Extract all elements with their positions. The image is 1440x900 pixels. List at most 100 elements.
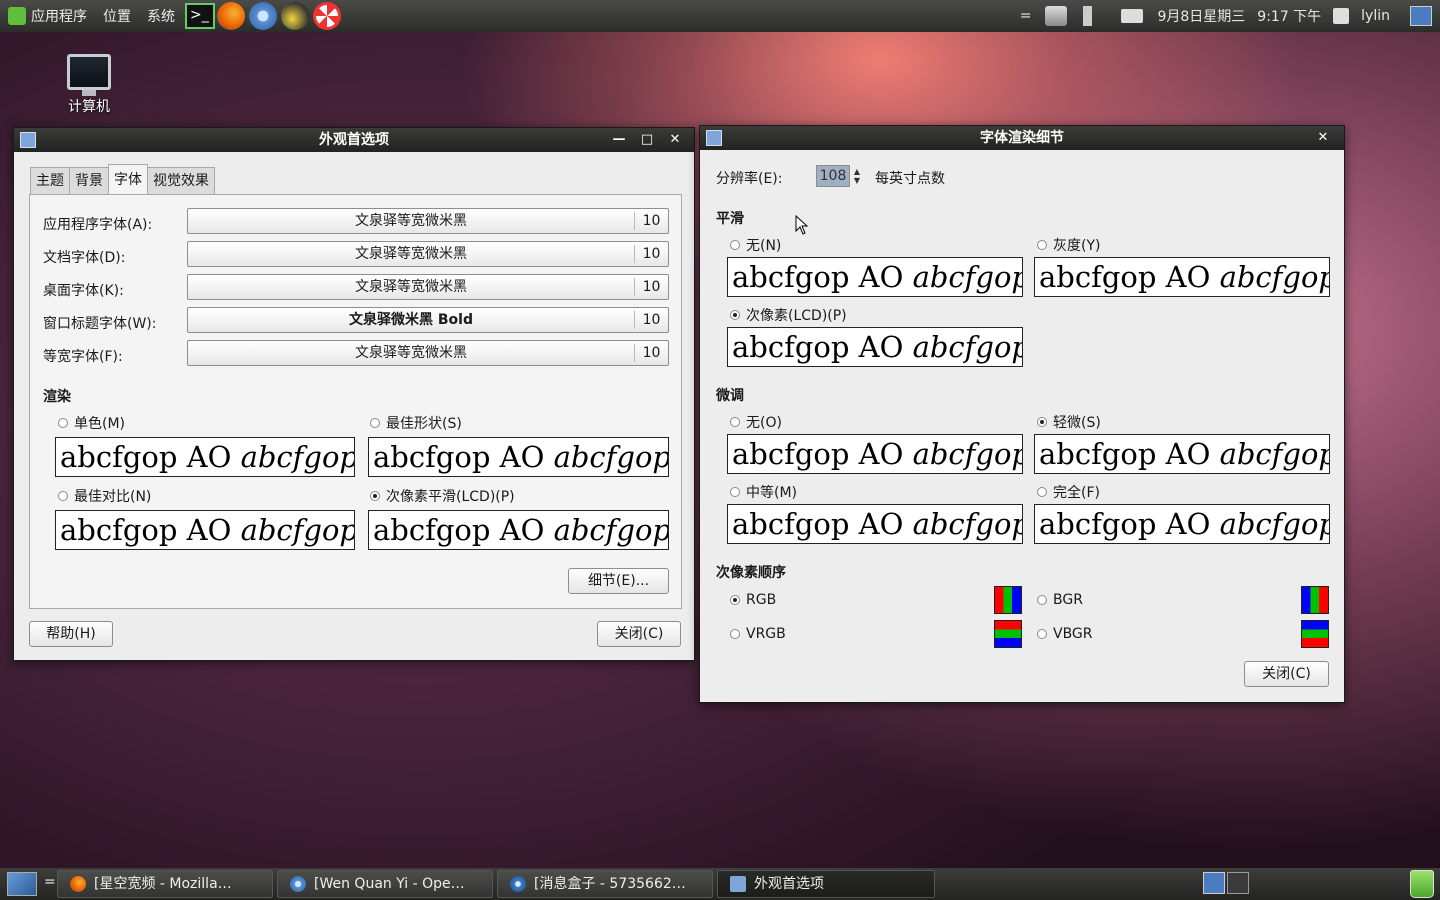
lifebuoy-icon[interactable] <box>313 2 341 30</box>
details-close-button[interactable]: 关闭(C) <box>1244 661 1329 687</box>
sample-smoothing-subpixel[interactable]: abcfgop AO abcfgop <box>727 327 1023 367</box>
show-desktop-icon[interactable] <box>1410 6 1432 26</box>
tray-menu-toggle[interactable]: = <box>1014 8 1038 24</box>
radio-best-shapes[interactable]: 最佳形状(S) <box>370 413 462 433</box>
banana-icon[interactable] <box>281 2 309 30</box>
workspace-2[interactable] <box>1227 872 1249 894</box>
sample-best-shapes[interactable]: abcfgop AO abcfgop <box>368 437 669 477</box>
clock-date[interactable]: 9月8日星期三 <box>1151 6 1251 26</box>
sample-smoothing-grayscale[interactable]: abcfgop AO abcfgop <box>1034 257 1330 297</box>
sample-hinting-medium[interactable]: abcfgop AO abcfgop <box>727 504 1023 544</box>
details-button[interactable]: 细节(E)... <box>568 568 669 594</box>
ubuntu-logo-icon <box>8 7 26 25</box>
rgb-swatch-icon <box>994 586 1022 614</box>
radio-hinting-slight[interactable]: 轻微(S) <box>1037 412 1101 432</box>
maximize-button[interactable]: □ <box>638 131 656 149</box>
workspace-switcher[interactable] <box>1203 872 1249 894</box>
resolution-unit: 每英寸点数 <box>875 171 945 187</box>
radio-monochrome[interactable]: 单色(M) <box>58 413 125 433</box>
sample-italic: abcfgop <box>240 513 355 547</box>
radio-subpixel-smoothing[interactable]: 次像素平滑(LCD)(P) <box>370 486 515 506</box>
radio-indicator <box>730 240 740 250</box>
resolution-spinner[interactable]: 108 ▲ ▼ <box>816 165 864 187</box>
close-window-button[interactable]: ✕ <box>666 131 684 149</box>
help-button[interactable]: 帮助(H) <box>29 621 113 647</box>
radio-order-bgr[interactable]: BGR <box>1037 592 1083 608</box>
system-menu[interactable]: 系统 <box>139 0 183 32</box>
tab-theme[interactable]: 主题 <box>30 167 70 194</box>
sample-text: abcfgop AO <box>60 513 241 547</box>
radio-hinting-full[interactable]: 完全(F) <box>1037 482 1100 502</box>
sample-smoothing-none[interactable]: abcfgop AO abcfgop <box>727 257 1023 297</box>
radio-smoothing-grayscale[interactable]: 灰度(Y) <box>1037 235 1100 255</box>
hinting-heading: 微调 <box>716 388 744 404</box>
system-tray: = 9月8日星期三 9:17 下午 lylin <box>1014 0 1440 32</box>
clock-time[interactable]: 9:17 下午 <box>1251 6 1327 26</box>
close-window-button[interactable]: ✕ <box>1314 129 1332 147</box>
font-name: 文泉驿等宽微米黑 <box>355 246 467 262</box>
radio-smoothing-subpixel[interactable]: 次像素(LCD)(P) <box>730 305 847 325</box>
sample-subpixel-smoothing[interactable]: abcfgop AO abcfgop <box>368 510 669 550</box>
sample-hinting-none[interactable]: abcfgop AO abcfgop <box>727 434 1023 474</box>
applications-menu-label: 应用程序 <box>31 9 87 25</box>
radio-label: BGR <box>1053 592 1083 608</box>
minimize-button[interactable]: — <box>610 131 628 149</box>
font-button-monospace[interactable]: 文泉驿等宽微米黑 10 <box>187 340 669 366</box>
tab-fonts[interactable]: 字体 <box>108 164 148 194</box>
mail-icon[interactable] <box>1121 9 1144 23</box>
volume-icon[interactable] <box>1083 6 1106 26</box>
user-menu[interactable]: lylin <box>1327 8 1402 24</box>
details-window: 字体渲染细节 ✕ 分辨率(E): 108 ▲ ▼ 每英寸点数 平滑 无(N) ab… <box>699 125 1345 703</box>
font-size: 10 <box>634 344 668 362</box>
spinner-arrows-icon[interactable]: ▲ ▼ <box>850 165 864 187</box>
taskbar-item-appearance[interactable]: 外观首选项 <box>717 870 935 898</box>
radio-label: 灰度(Y) <box>1053 238 1101 254</box>
fonts-panel: 应用程序字体(A): 文泉驿等宽微米黑 10 文档字体(D): 文泉驿等宽微米黑… <box>29 194 682 609</box>
close-button[interactable]: 关闭(C) <box>597 621 681 647</box>
window-icon <box>730 876 746 892</box>
font-button-window-title[interactable]: 文泉驿微米黑 Bold 10 <box>187 307 669 333</box>
taskbar-item-firefox[interactable]: [星空宽频 - Mozilla… <box>57 870 273 898</box>
radio-indicator <box>370 418 380 428</box>
applications-menu[interactable]: 应用程序 <box>0 0 95 32</box>
workspace-1[interactable] <box>1203 872 1225 894</box>
sample-italic: abcfgop <box>1219 507 1330 541</box>
font-button-application[interactable]: 文泉驿等宽微米黑 10 <box>187 208 669 234</box>
sample-best-contrast[interactable]: abcfgop AO abcfgop <box>55 510 355 550</box>
terminal-icon[interactable]: >_ <box>185 3 215 29</box>
sample-hinting-slight[interactable]: abcfgop AO abcfgop <box>1034 434 1330 474</box>
sample-monochrome[interactable]: abcfgop AO abcfgop <box>55 437 355 477</box>
resolution-value[interactable]: 108 <box>816 165 850 187</box>
places-menu[interactable]: 位置 <box>95 0 139 32</box>
show-desktop-icon[interactable] <box>7 872 37 896</box>
radio-hinting-none[interactable]: 无(O) <box>730 412 782 432</box>
radio-order-vrgb[interactable]: VRGB <box>730 626 786 642</box>
font-label-application: 应用程序字体(A): <box>43 217 153 233</box>
radio-indicator <box>730 629 740 639</box>
font-button-document[interactable]: 文泉驿等宽微米黑 10 <box>187 241 669 267</box>
network-icon[interactable] <box>1045 6 1068 26</box>
radio-order-rgb[interactable]: RGB <box>730 592 776 608</box>
font-button-desktop[interactable]: 文泉驿等宽微米黑 10 <box>187 274 669 300</box>
font-name: 文泉驿微米黑 Bold <box>349 312 473 328</box>
tab-background[interactable]: 背景 <box>69 167 109 194</box>
taskbar-item-openoffice[interactable]: [Wen Quan Yi - Ope… <box>277 870 493 898</box>
window-icon <box>706 130 722 146</box>
details-titlebar[interactable]: 字体渲染细节 ✕ <box>700 126 1344 150</box>
firefox-icon[interactable] <box>217 2 245 30</box>
radio-hinting-medium[interactable]: 中等(M) <box>730 482 797 502</box>
task-label: [消息盒子 - 5735662… <box>534 876 686 892</box>
font-label-desktop: 桌面字体(K): <box>43 283 124 299</box>
chromium-icon[interactable] <box>249 2 277 30</box>
sample-hinting-full[interactable]: abcfgop AO abcfgop <box>1034 504 1330 544</box>
radio-smoothing-none[interactable]: 无(N) <box>730 235 781 255</box>
radio-best-contrast[interactable]: 最佳对比(N) <box>58 486 151 506</box>
tab-visual-effects[interactable]: 视觉效果 <box>147 167 215 194</box>
trash-icon[interactable] <box>1410 870 1434 898</box>
radio-order-vbgr[interactable]: VBGR <box>1037 626 1093 642</box>
appearance-titlebar[interactable]: 外观首选项 — □ ✕ <box>14 128 694 152</box>
sample-italic: abcfgop <box>553 440 669 474</box>
taskbar-item-messagebox[interactable]: [消息盒子 - 5735662… <box>497 870 713 898</box>
taskbar-menu-toggle[interactable]: = <box>44 874 56 890</box>
computer-desktop-icon[interactable]: 计算机 <box>60 54 118 116</box>
